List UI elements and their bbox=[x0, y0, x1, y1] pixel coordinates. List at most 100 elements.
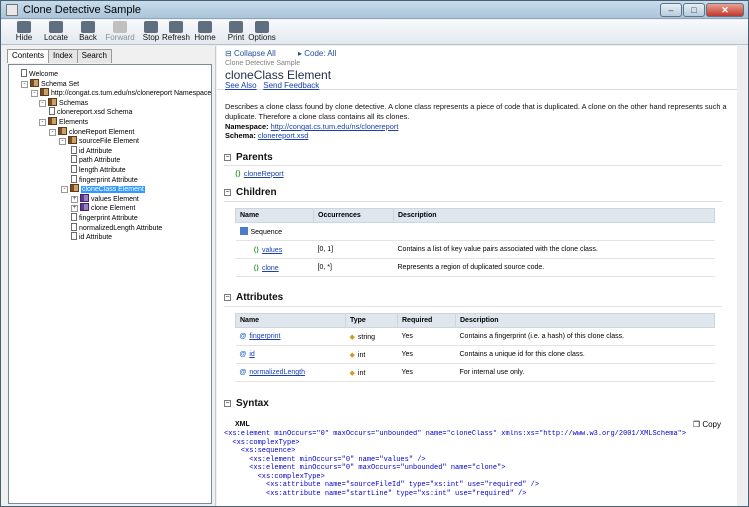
collapse-icon[interactable]: - bbox=[59, 138, 66, 146]
options-button[interactable]: Options bbox=[245, 21, 279, 45]
tree-item[interactable]: clonereport.xsd Schema bbox=[49, 107, 132, 117]
topic-content: ⊟ Collapse All ▸ Code: All Clone Detecti… bbox=[217, 46, 747, 506]
column-header: Name bbox=[235, 313, 346, 328]
tree-item[interactable]: id Attribute bbox=[71, 145, 112, 156]
code-all-link[interactable]: ▸ Code: All bbox=[298, 49, 346, 58]
column-header: Occurrences bbox=[313, 208, 394, 223]
tree-item[interactable]: + clone Element bbox=[71, 203, 135, 213]
type-icon: ◆ bbox=[349, 369, 355, 377]
code-line: <xs:element minOccurs="0" name="values" … bbox=[224, 455, 426, 464]
book-icon bbox=[80, 193, 89, 202]
code-line: <xs:complexType> bbox=[224, 438, 300, 447]
attribute-link[interactable]: normalizedLength bbox=[249, 369, 305, 376]
collapse-icon[interactable]: - bbox=[39, 119, 46, 126]
parent-link[interactable]: cloneReport bbox=[244, 169, 284, 178]
minimize-button[interactable]: – bbox=[660, 3, 682, 17]
book-icon bbox=[80, 203, 89, 212]
table-row: @ id ◆ int Yes Contains a unique id for this … bbox=[235, 345, 715, 364]
attributes-table: Name Type Required Description @ fingerprint… bbox=[235, 313, 715, 382]
expand-icon[interactable]: + bbox=[71, 205, 78, 213]
home-button[interactable]: Home bbox=[188, 21, 222, 45]
page-title: cloneClass Element bbox=[225, 68, 332, 82]
tree-item[interactable]: normalizedLength Attribute bbox=[71, 222, 162, 233]
page-icon bbox=[49, 107, 55, 116]
tree-item[interactable]: length Attribute bbox=[71, 165, 126, 175]
close-button[interactable]: ✕ bbox=[706, 3, 744, 17]
child-link[interactable]: clone bbox=[262, 265, 279, 272]
tree-item[interactable]: id Attribute bbox=[71, 232, 112, 242]
contents-tree: Welcome - Schema Set - http://congat.cs.tum.… bbox=[8, 64, 212, 504]
children-table: Name Occurrences Description Sequence ⟨⟩ va… bbox=[235, 208, 715, 277]
locate-icon bbox=[49, 21, 63, 33]
attributes-section-header[interactable]: − Attributes bbox=[224, 292, 283, 303]
collapse-icon[interactable]: - bbox=[61, 186, 68, 194]
hide-button[interactable]: Hide bbox=[7, 21, 41, 45]
type-icon: ◆ bbox=[349, 351, 355, 359]
element-icon: ⟨⟩ bbox=[253, 264, 259, 272]
tab-index[interactable]: Index bbox=[48, 49, 78, 63]
collapse-all-link[interactable]: ⊟ Collapse All bbox=[225, 49, 286, 58]
column-header: Type bbox=[345, 313, 398, 328]
print-icon bbox=[229, 21, 243, 33]
toolbar: Hide Locate Back Forward Stop Refresh Home Prin… bbox=[1, 20, 748, 45]
tree-item[interactable]: path Attribute bbox=[71, 155, 120, 165]
tab-search[interactable]: Search bbox=[76, 49, 112, 63]
column-header: Description bbox=[393, 208, 715, 223]
book-icon bbox=[40, 88, 49, 97]
navigation-pane: Contents Index Search Welcome - Schema Set - h… bbox=[5, 46, 212, 506]
vertical-scrollbar[interactable] bbox=[737, 46, 747, 506]
app-window: Clone Detective Sample – □ ✕ Hide Locate B… bbox=[0, 0, 749, 507]
sequence-icon bbox=[239, 227, 248, 235]
collapse-icon[interactable]: - bbox=[21, 80, 28, 88]
tab-contents[interactable]: Contents bbox=[7, 49, 50, 63]
collapse-icon[interactable]: - bbox=[39, 99, 46, 107]
schema-link[interactable]: clonereport.xsd bbox=[258, 131, 309, 140]
children-section-header[interactable]: − Children bbox=[224, 187, 277, 198]
see-also-link[interactable]: See Also bbox=[225, 81, 257, 90]
collapse-icon[interactable]: - bbox=[31, 90, 38, 98]
xml-label: XML bbox=[235, 421, 250, 428]
locate-button[interactable]: Locate bbox=[39, 21, 73, 45]
forward-button[interactable]: Forward bbox=[103, 21, 137, 45]
namespace-link[interactable]: http://congat.cs.tum.edu/ns/clonereport bbox=[271, 122, 399, 131]
code-line: <xs:attribute name="sourceFileId" type="… bbox=[224, 481, 540, 489]
send-feedback-link[interactable]: Send Feedback bbox=[263, 81, 319, 90]
tree-item[interactable]: - sourceFile Element bbox=[59, 136, 139, 146]
copy-button[interactable]: ❐ Copy bbox=[693, 420, 721, 429]
tree-item[interactable]: Welcome bbox=[21, 69, 58, 79]
tree-item[interactable]: - Schema Set bbox=[21, 78, 79, 89]
element-description: Describes a clone class found by clone d… bbox=[225, 102, 727, 121]
pane-splitter[interactable] bbox=[215, 46, 216, 506]
type-icon: ◆ bbox=[349, 333, 355, 341]
maximize-button[interactable]: □ bbox=[683, 3, 705, 17]
code-line: <xs:attribute name="startLine" type="xs:… bbox=[224, 489, 527, 498]
tree-item[interactable]: fingerprint Attribute bbox=[71, 213, 138, 223]
tree-item[interactable]: - http://congat.cs.tum.edu/ns/clonereport… bbox=[31, 88, 211, 98]
tree-item[interactable]: + values Element bbox=[71, 193, 139, 204]
forward-icon bbox=[113, 21, 127, 33]
tree-item[interactable]: - cloneReport Element bbox=[49, 126, 134, 137]
back-button[interactable]: Back bbox=[71, 21, 105, 45]
attribute-icon: @ bbox=[239, 333, 247, 340]
expand-icon[interactable]: + bbox=[71, 195, 78, 203]
tree-item[interactable]: fingerprint Attribute bbox=[71, 174, 138, 185]
hide-icon bbox=[17, 21, 31, 33]
title-bar: Clone Detective Sample – □ ✕ bbox=[1, 1, 748, 19]
syntax-section-header[interactable]: − Syntax bbox=[224, 398, 269, 409]
attribute-link[interactable]: fingerprint bbox=[249, 333, 280, 340]
parents-section-header[interactable]: − Parents bbox=[224, 152, 273, 163]
collapse-icon[interactable]: - bbox=[49, 128, 56, 136]
column-header: Required bbox=[397, 313, 456, 328]
stop-icon bbox=[144, 21, 158, 33]
book-icon bbox=[30, 78, 39, 87]
element-icon: ⟨⟩ bbox=[253, 246, 259, 254]
tree-item[interactable]: - Elements bbox=[39, 117, 88, 127]
book-icon bbox=[68, 136, 77, 145]
tree-item[interactable]: - cloneClass Element bbox=[61, 184, 145, 194]
attribute-link[interactable]: id bbox=[249, 351, 254, 358]
book-icon bbox=[58, 126, 67, 135]
page-icon bbox=[71, 232, 77, 241]
tree-item[interactable]: - Schemas bbox=[39, 97, 88, 108]
column-header: Description bbox=[455, 313, 715, 328]
child-link[interactable]: values bbox=[262, 247, 282, 254]
